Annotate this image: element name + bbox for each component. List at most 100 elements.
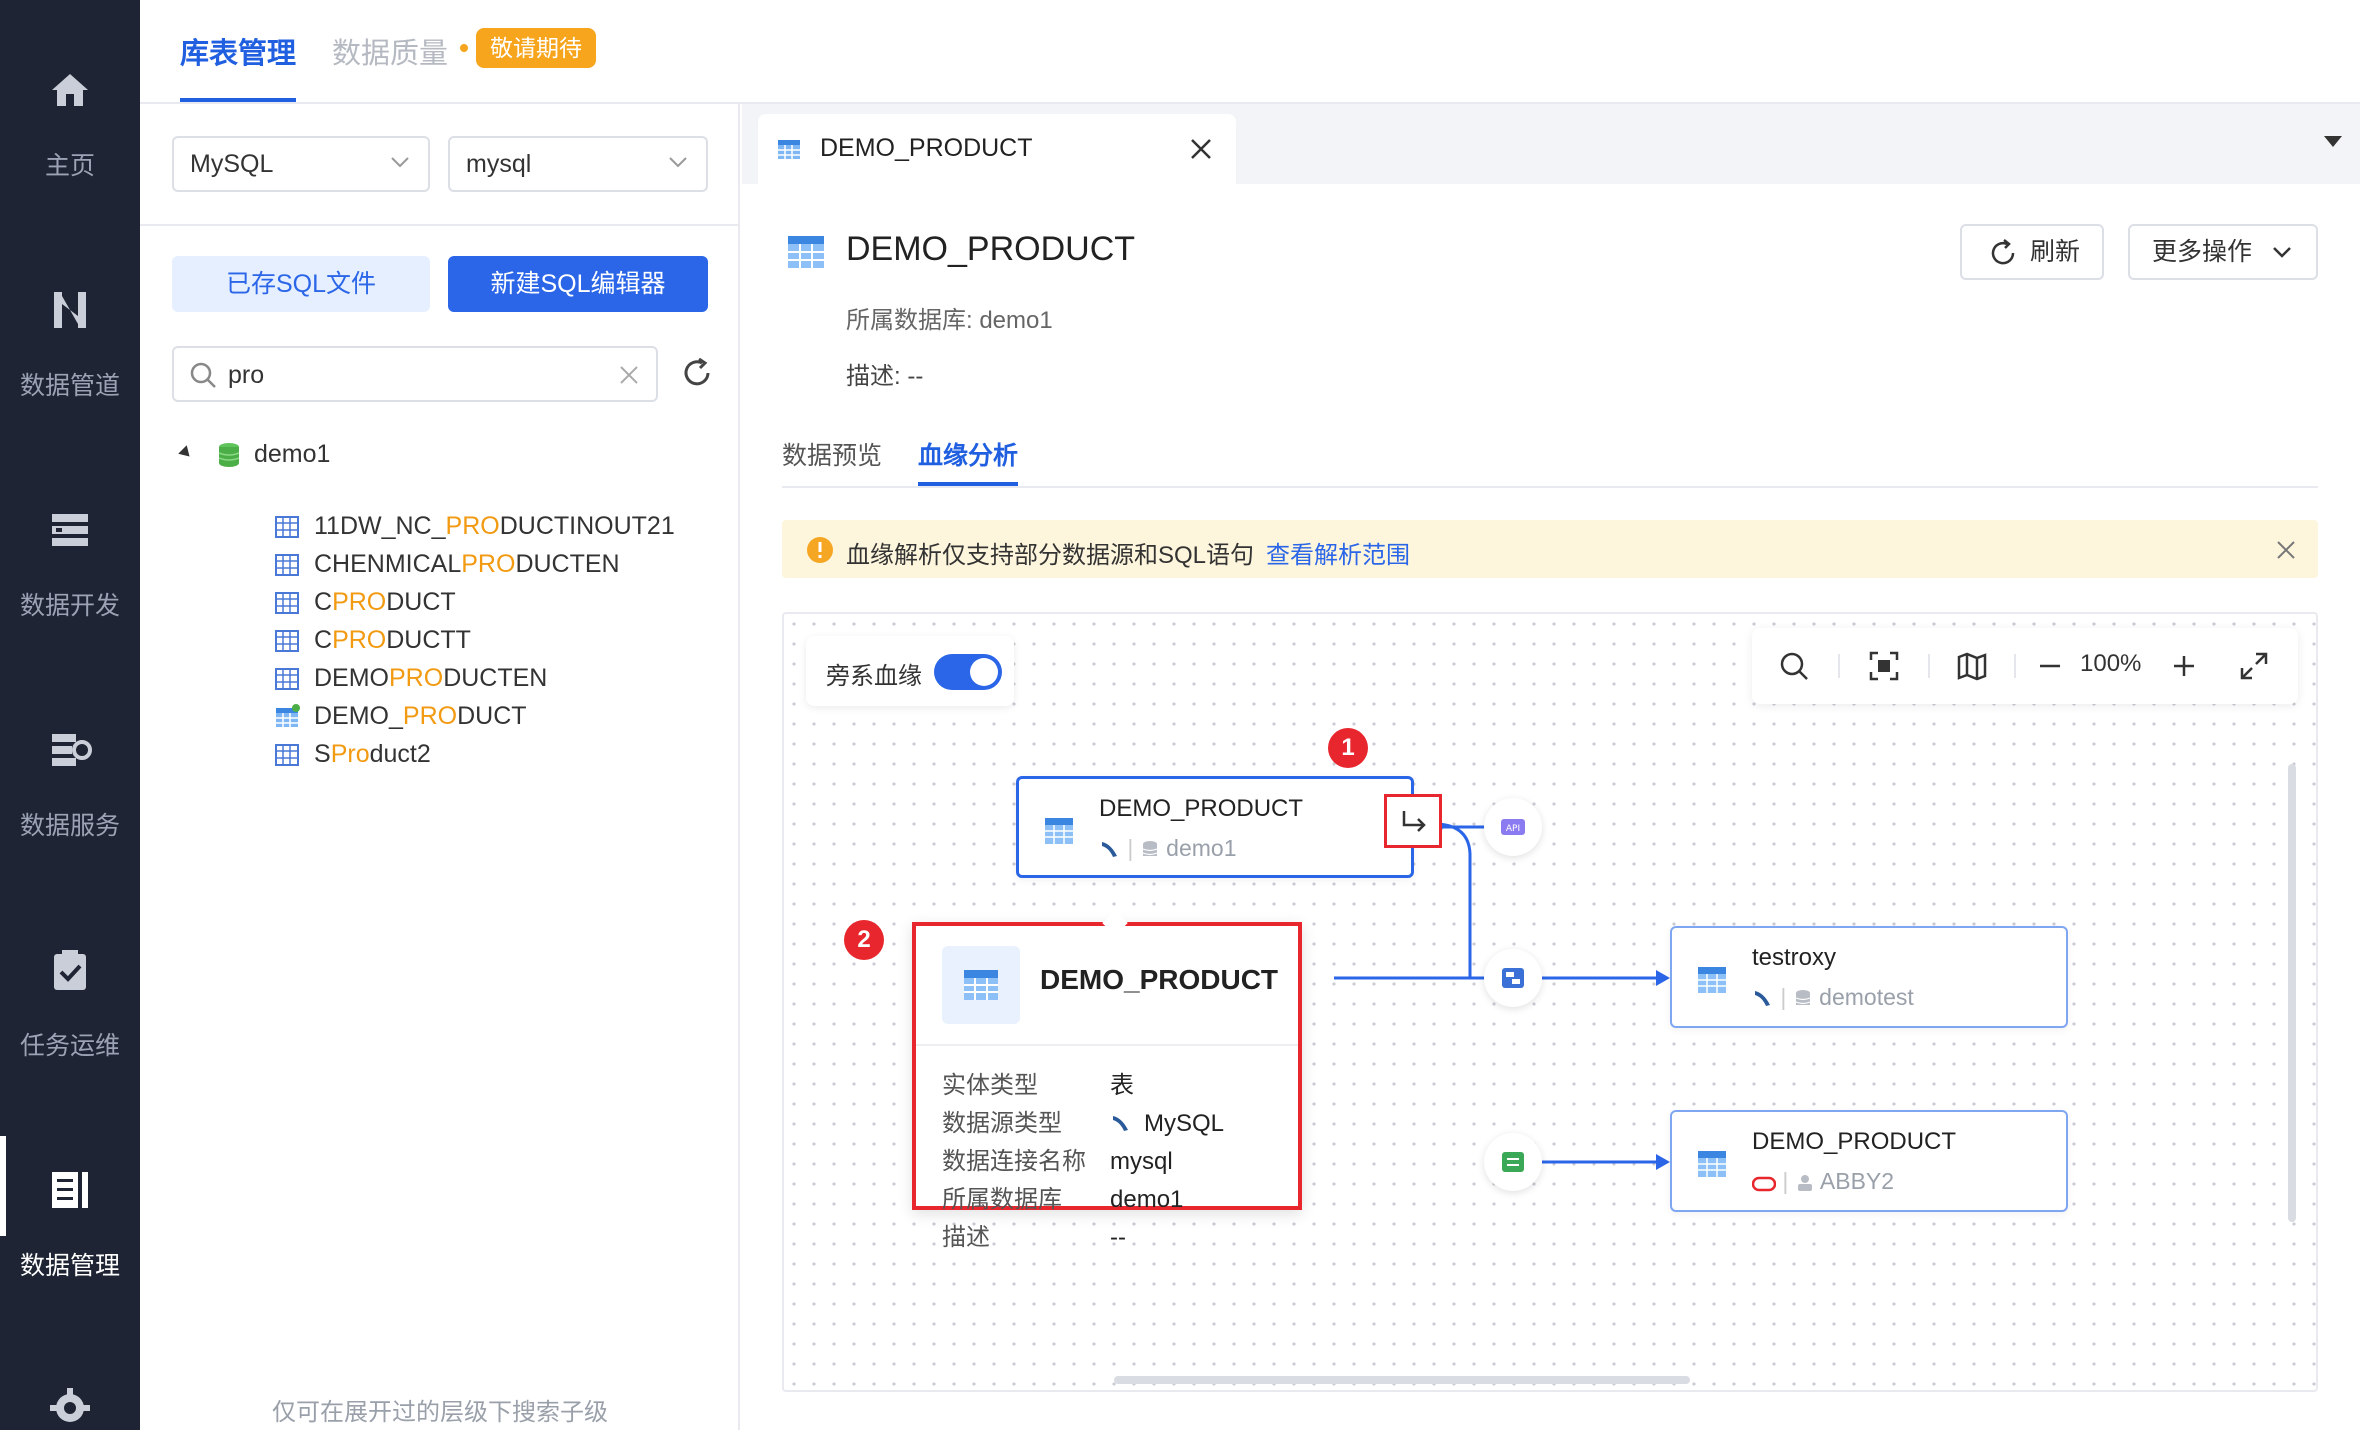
- nav-label: 主页: [44, 152, 95, 180]
- coming-soon-badge: 敬请期待: [460, 28, 596, 68]
- database-icon: [1795, 990, 1811, 1005]
- table-icon: [275, 744, 299, 766]
- source-type-text: MySQL: [1144, 1110, 1225, 1137]
- expand-lineage-button[interactable]: [1384, 794, 1442, 848]
- zoom-toolbar: 100%: [1752, 628, 2298, 704]
- data-manage-icon: [52, 1172, 88, 1208]
- row-key: 数据源类型: [942, 1110, 1062, 1137]
- settings-gear-icon[interactable]: [46, 1384, 94, 1430]
- api-node[interactable]: API: [1484, 798, 1542, 856]
- popover-icon-box: [942, 946, 1020, 1024]
- task-icon: [54, 950, 86, 990]
- lineage-canvas[interactable]: 旁系血缘 100% DEMO_PRODUCT | demo1 1 API tes…: [782, 612, 2318, 1392]
- tree-root-label: demo1: [254, 440, 331, 468]
- table-colored-icon: [788, 236, 824, 268]
- close-icon[interactable]: [1188, 136, 1214, 162]
- nav-item-home[interactable]: 主页: [0, 66, 140, 266]
- node-db: demotest: [1819, 984, 1914, 1010]
- table-colored-icon: [1698, 1151, 1726, 1177]
- search-input[interactable]: [228, 358, 608, 392]
- process-node[interactable]: [1484, 1133, 1542, 1191]
- api-label: API: [1506, 824, 1520, 834]
- zoom-out-icon[interactable]: [2034, 650, 2066, 682]
- db-type-select[interactable]: MySQL: [172, 136, 430, 192]
- connection-value: mysql: [466, 150, 532, 178]
- pipeline-icon: [54, 292, 86, 328]
- search-icon: [190, 362, 216, 388]
- sibling-lineage-toggle[interactable]: 旁系血缘: [806, 636, 1014, 706]
- tree-item-label: SProduct2: [314, 740, 431, 768]
- nav-item-service[interactable]: 数据服务: [0, 726, 140, 926]
- top-tab-bar: 库表管理 数据质量 敬请期待: [140, 0, 2360, 104]
- search-icon[interactable]: [1778, 650, 1810, 682]
- clear-icon[interactable]: [616, 362, 642, 388]
- nav-item-task[interactable]: 任务运维: [0, 946, 140, 1146]
- database-icon: [218, 443, 240, 467]
- row-value: demo1: [1110, 1186, 1184, 1213]
- schema-icon: [1797, 1175, 1812, 1191]
- db-type-value: MySQL: [190, 150, 274, 178]
- toggle-switch[interactable]: [934, 654, 1002, 690]
- minimap-icon[interactable]: [1956, 650, 1988, 682]
- tab-table-management[interactable]: 库表管理: [180, 30, 297, 102]
- sync-task-icon: [1502, 968, 1524, 988]
- close-icon[interactable]: [2274, 538, 2298, 562]
- row-value: MySQL: [1110, 1106, 1224, 1142]
- dev-icon: [52, 514, 88, 546]
- table-colored-icon: [964, 970, 998, 1000]
- tab-data-preview[interactable]: 数据预览: [782, 436, 882, 472]
- doc-tab-label: DEMO_PRODUCT: [820, 134, 1033, 162]
- row-value: mysql: [1110, 1148, 1173, 1175]
- node-db: demo1: [1166, 835, 1237, 861]
- separator: [2014, 654, 2016, 678]
- oracle-icon: [1751, 1176, 1777, 1192]
- fit-view-icon[interactable]: [1868, 650, 1900, 682]
- warning-icon: [807, 537, 833, 563]
- refresh-button[interactable]: 刷新: [1960, 224, 2104, 280]
- tab-lineage-analysis[interactable]: 血缘分析: [918, 436, 1019, 486]
- arrow-right-turn-icon: [1402, 811, 1426, 832]
- table-colored-icon: [276, 704, 300, 727]
- tab-data-quality[interactable]: 数据质量: [332, 30, 448, 72]
- node-title: DEMO_PRODUCT: [1099, 795, 1304, 822]
- separator: [1838, 654, 1840, 678]
- lineage-node-downstream[interactable]: DEMO_PRODUCT | ABBY2: [1670, 1110, 2068, 1212]
- node-subtitle: | ABBY2: [1751, 1168, 1895, 1195]
- mysql-icon: [1113, 1116, 1128, 1131]
- detail-database: 所属数据库: demo1: [846, 307, 1053, 334]
- notice-link[interactable]: 查看解析范围: [1266, 535, 1410, 570]
- lineage-notice: 血缘解析仅支持部分数据源和SQL语句 查看解析范围: [782, 520, 2318, 578]
- row-key: 数据连接名称: [942, 1148, 1086, 1175]
- caret-down-icon[interactable]: [178, 445, 194, 461]
- chevron-down-icon: [2273, 247, 2291, 258]
- more-actions-button[interactable]: 更多操作: [2128, 224, 2318, 280]
- nav-item-pipeline[interactable]: 数据管道: [0, 286, 140, 486]
- lineage-node-downstream[interactable]: testroxy | demotest: [1670, 926, 2068, 1028]
- lineage-node-main[interactable]: DEMO_PRODUCT | demo1: [1016, 776, 1414, 878]
- doc-tab[interactable]: DEMO_PRODUCT: [758, 114, 1236, 184]
- node-title: testroxy: [1752, 944, 1837, 971]
- nav-label: 数据服务: [19, 812, 120, 840]
- zoom-in-icon[interactable]: [2168, 650, 2200, 682]
- fullscreen-icon[interactable]: [2238, 650, 2270, 682]
- vertical-scrollbar[interactable]: [2288, 764, 2296, 1222]
- nav-item-dev[interactable]: 数据开发: [0, 506, 140, 706]
- nav-label: 数据管道: [19, 372, 120, 400]
- node-subtitle: | demotest: [1752, 984, 1914, 1011]
- detail-description: 描述: --: [846, 363, 924, 390]
- tab-menu-dropdown-icon[interactable]: [2324, 136, 2342, 147]
- service-icon: [52, 734, 92, 766]
- process-node[interactable]: [1484, 949, 1542, 1007]
- horizontal-scrollbar[interactable]: [1114, 1376, 1690, 1384]
- tree-item-label: CPRODUCT: [314, 588, 456, 616]
- refresh-icon[interactable]: [680, 356, 714, 390]
- node-db: ABBY2: [1819, 1168, 1895, 1194]
- nav-item-data-manage[interactable]: 数据管理: [0, 1136, 140, 1366]
- connection-select[interactable]: mysql: [448, 136, 708, 192]
- new-sql-editor-button[interactable]: 新建SQL编辑器: [448, 256, 708, 312]
- node-title: DEMO_PRODUCT: [1752, 1128, 1957, 1155]
- nav-label: 数据开发: [19, 592, 120, 620]
- notice-text: 血缘解析仅支持部分数据源和SQL语句: [846, 542, 1255, 569]
- saved-sql-button[interactable]: 已存SQL文件: [172, 256, 430, 312]
- popover-title: DEMO_PRODUCT: [1040, 964, 1279, 995]
